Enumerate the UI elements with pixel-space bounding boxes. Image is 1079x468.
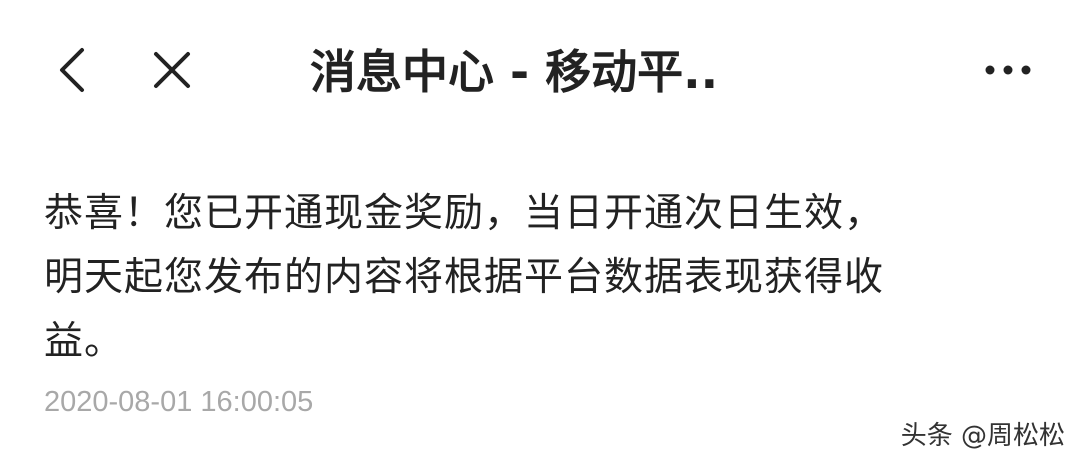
watermark: 头条 @周松松 [900,421,1065,451]
close-button[interactable] [140,38,204,102]
message-line: 益。 [44,319,125,364]
navigation-bar: 消息中心 - 移动平.. [0,0,1079,140]
back-button[interactable] [40,38,104,102]
more-button[interactable] [968,38,1048,102]
message-line: 恭喜！您已开通现金奖励，当日开通次日生效， [44,191,885,236]
close-icon [154,52,190,88]
chevron-left-icon [60,48,84,92]
message-body: 恭喜！您已开通现金奖励，当日开通次日生效， 明天起您发布的内容将根据平台数据表现… [44,182,1044,374]
message-card: 恭喜！您已开通现金奖励，当日开通次日生效， 明天起您发布的内容将根据平台数据表现… [44,182,1044,422]
message-line: 明天起您发布的内容将根据平台数据表现获得收 [44,255,885,300]
more-horizontal-icon [985,65,1031,75]
message-timestamp: 2020-08-01 16:00:05 [44,386,314,418]
page-title: 消息中心 - 移动平.. [310,45,719,99]
